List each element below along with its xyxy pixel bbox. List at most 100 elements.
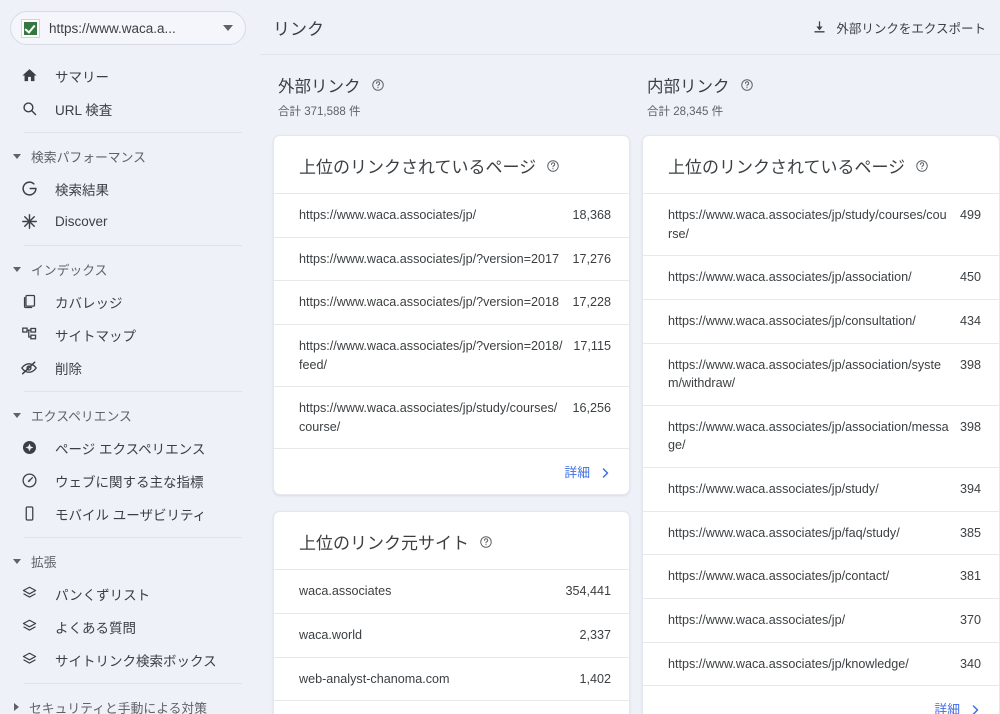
sidebar-item-removals[interactable]: 削除 (0, 351, 260, 384)
table-row[interactable]: waca.associates 354,441 (274, 569, 629, 613)
more-details-link[interactable]: 詳細 (564, 462, 590, 481)
sidebar-item-url-inspection[interactable]: URL 検査 (0, 92, 260, 125)
row-url: https://www.waca.associates/jp/ (668, 612, 846, 627)
row-url: https://www.waca.associates/jp/associati… (668, 357, 941, 391)
table-row[interactable]: https://www.waca.associates/jp/associati… (643, 404, 999, 467)
row-count: 394 (959, 482, 981, 496)
sidebar-section-index[interactable]: インデックス (0, 253, 260, 285)
row-count: 17,115 (573, 338, 611, 353)
sidebar-top-group: サマリー URL 検査 (0, 59, 260, 125)
sidebar-section-search-performance[interactable]: 検索パフォーマンス (0, 140, 260, 172)
chevron-right-icon[interactable] (969, 703, 981, 714)
row-url: https://www.waca.associates/jp/knowledge… (668, 656, 909, 671)
row-url: https://www.waca.associates/jp/associati… (668, 270, 912, 285)
table-row[interactable]: web-analyst-chanoma.com 1,402 (274, 656, 629, 701)
chevron-right-icon[interactable] (599, 466, 611, 478)
row-count: 354,441 (565, 584, 611, 599)
sidebar-divider (24, 245, 242, 246)
export-label: 外部リンクをエクスポート (836, 21, 986, 36)
table-row[interactable]: https://www.waca.associates/jp/associati… (643, 255, 999, 299)
card-title: 上位のリンクされているページ (668, 158, 906, 177)
links-columns: 外部リンク 合計 371,588 件 上位のリンクされているページ https:… (260, 55, 1000, 714)
sidebar-item-discover[interactable]: Discover (0, 205, 260, 238)
table-row[interactable]: https://www.waca.associates/jp/contact/ … (643, 554, 999, 598)
triangle-down-icon (13, 558, 21, 564)
sidebar-section-security-manual-actions[interactable]: セキュリティと手動による対策 (0, 691, 260, 714)
export-external-links-button[interactable]: 外部リンクをエクスポート (812, 18, 986, 37)
row-count: 385 (959, 525, 981, 540)
triangle-down-icon (13, 266, 21, 272)
row-count: 398 (959, 419, 981, 434)
row-count: 499 (959, 208, 981, 222)
sidebar-section-label: セキュリティと手動による対策 (29, 700, 208, 714)
sidebar-item-mobile-usability[interactable]: モバイル ユーザビリティ (0, 497, 260, 530)
sidebar-item-faq[interactable]: よくある質問 (0, 610, 260, 643)
row-url: https://www.waca.associates/jp/contact/ (668, 569, 890, 584)
row-site: waca.associates (299, 584, 392, 599)
home-icon (19, 66, 39, 86)
sidebar-item-label: カバレッジ (55, 295, 123, 311)
sidebar-item-label: サイトマップ (55, 328, 136, 344)
sidebar-item-breadcrumbs[interactable]: パンくずリスト (0, 577, 260, 610)
more-details-link[interactable]: 詳細 (934, 699, 960, 714)
sidebar-item-label: ウェブに関する主な指標 (55, 474, 204, 490)
table-row[interactable]: https://www.waca.associates/jp/faq/study… (643, 510, 999, 555)
sidebar-item-coverage[interactable]: カバレッジ (0, 285, 260, 318)
table-row[interactable]: prtimes.jp 1,076 (274, 700, 629, 714)
help-icon[interactable] (546, 159, 560, 173)
table-row[interactable]: waca.world 2,337 (274, 613, 629, 657)
sitemap-icon (19, 325, 39, 345)
help-icon[interactable] (479, 535, 493, 549)
table-row[interactable]: https://www.waca.associates/jp/associati… (643, 342, 999, 405)
sidebar-item-core-web-vitals[interactable]: ウェブに関する主な指標 (0, 464, 260, 497)
sidebar-section-enhancements[interactable]: 拡張 (0, 545, 260, 577)
sidebar-section-label: 拡張 (31, 554, 57, 570)
coverage-pages-icon (19, 292, 39, 312)
internal-links-column: 内部リンク 合計 28,345 件 上位のリンクされているページ https:/… (630, 55, 1000, 714)
card-title: 上位のリンク元サイト (299, 534, 469, 554)
page-experience-icon (19, 438, 39, 458)
sidebar-item-label: URL 検査 (55, 102, 113, 118)
row-count: 1,402 (579, 671, 611, 686)
table-row[interactable]: https://www.waca.associates/jp/ 370 (643, 597, 999, 642)
sidebar-item-sitelinks-searchbox[interactable]: サイトリンク検索ボックス (0, 643, 260, 676)
sidebar-item-sitemap[interactable]: サイトマップ (0, 318, 260, 351)
table-row[interactable]: https://www.waca.associates/jp/knowledge… (643, 641, 999, 686)
layers-icon (19, 584, 39, 604)
external-links-total: 合計 371,588 件 (278, 106, 361, 118)
triangle-down-icon (13, 153, 21, 159)
help-icon[interactable] (371, 78, 385, 92)
sidebar-divider (24, 391, 242, 392)
sidebar-section-experience[interactable]: エクスペリエンス (0, 399, 260, 431)
table-row[interactable]: https://www.waca.associates/jp/study/ 39… (643, 467, 999, 511)
table-row[interactable]: https://www.waca.associates/jp/?version=… (274, 236, 629, 281)
table-row[interactable]: https://www.waca.associates/jp/study/cou… (643, 193, 999, 255)
help-icon[interactable] (740, 78, 754, 92)
internal-links-total: 合計 28,345 件 (647, 106, 724, 118)
sidebar-section-label: エクスペリエンス (31, 408, 132, 424)
external-links-title: 外部リンク (278, 78, 361, 96)
sidebar-item-label: サイトリンク検索ボックス (55, 653, 217, 669)
table-row[interactable]: https://www.waca.associates/jp/?version=… (274, 323, 629, 386)
sidebar-item-label: モバイル ユーザビリティ (55, 507, 207, 523)
sidebar-item-summary[interactable]: サマリー (0, 59, 260, 92)
property-selector[interactable]: https://www.waca.a... (10, 11, 246, 45)
sidebar-item-label: よくある質問 (55, 620, 136, 636)
row-count: 2,337 (579, 628, 611, 642)
help-icon[interactable] (915, 159, 929, 173)
table-row[interactable]: https://www.waca.associates/jp/consultat… (643, 298, 999, 343)
row-count: 340 (959, 656, 981, 671)
search-icon (19, 99, 39, 119)
card-top-linked-pages-internal: 上位のリンクされているページ https://www.waca.associat… (642, 135, 1000, 714)
table-row[interactable]: https://www.waca.associates/jp/?version=… (274, 280, 629, 324)
table-row[interactable]: https://www.waca.associates/jp/study/cou… (274, 386, 629, 448)
card-top-linked-pages-external: 上位のリンクされているページ https://www.waca.associat… (273, 135, 630, 496)
row-url: https://www.waca.associates/jp/study/ (668, 482, 879, 496)
row-url: https://www.waca.associates/jp/associati… (668, 419, 949, 453)
table-row[interactable]: https://www.waca.associates/jp/ 18,368 (274, 193, 629, 237)
sidebar-item-search-results[interactable]: 検索結果 (0, 172, 260, 205)
sidebar-item-page-experience[interactable]: ページ エクスペリエンス (0, 431, 260, 464)
sidebar-divider (24, 132, 242, 133)
search-console-app: https://www.waca.a... サマリー URL 検査 検索パフォー… (0, 0, 1000, 714)
property-label: https://www.waca.a... (49, 20, 176, 36)
